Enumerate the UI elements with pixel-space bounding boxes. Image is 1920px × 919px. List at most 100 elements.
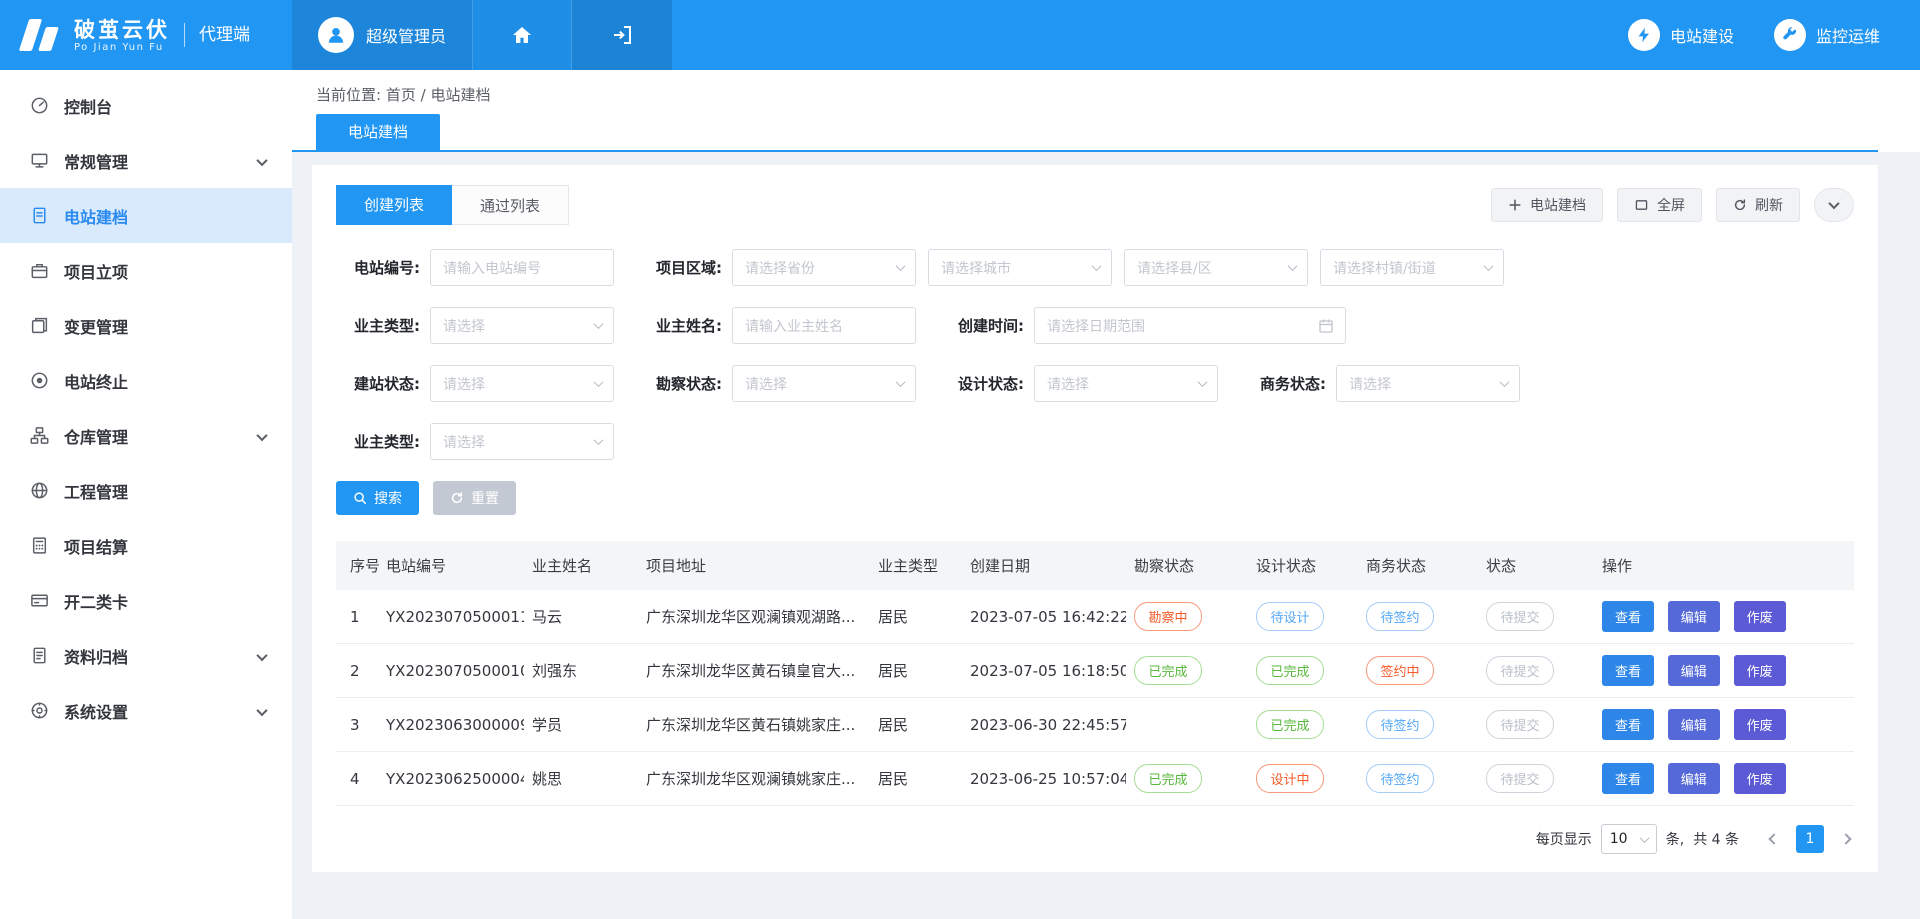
owner-type-label: 业主类型: — [336, 315, 420, 336]
owner-type2-select[interactable]: 请选择 — [430, 423, 614, 460]
survey-status-badge: 勘察中 — [1134, 602, 1202, 631]
refresh-button[interactable]: 刷新 — [1716, 188, 1800, 222]
view-button[interactable]: 查看 — [1602, 763, 1654, 794]
per-page-select[interactable]: 10 — [1601, 824, 1657, 854]
sidebar-item-console[interactable]: 控制台 — [0, 78, 292, 133]
county-placeholder: 请选择县/区 — [1137, 258, 1212, 278]
nav-station-build-label: 电站建设 — [1670, 23, 1734, 47]
view-button[interactable]: 查看 — [1602, 655, 1654, 686]
edit-button[interactable]: 编辑 — [1668, 655, 1720, 686]
sidebar-item-warehouse-mgmt[interactable]: 仓库管理 — [0, 408, 292, 463]
search-icon — [353, 491, 367, 505]
sidebar: 控制台 常规管理 电站建档 项目立项 — [0, 70, 292, 919]
sidebar-item-label: 资料归档 — [64, 644, 128, 668]
build-status-label: 建站状态: — [336, 373, 420, 394]
fullscreen-button[interactable]: 全屏 — [1617, 188, 1702, 222]
sidebar-item-label: 电站建档 — [64, 204, 128, 228]
app-subtitle: Po Jian Yun Fu — [74, 42, 170, 53]
build-status-placeholder: 请选择 — [443, 374, 485, 394]
city-select[interactable]: 请选择城市 — [928, 249, 1112, 286]
cell-owner: 刘强东 — [524, 644, 638, 698]
cell-created: 2023-06-25 10:57:04 — [962, 752, 1126, 806]
business-status-badge: 待签约 — [1366, 710, 1434, 739]
sidebar-item-project-settlement[interactable]: 项目结算 — [0, 518, 292, 573]
sidebar-item-general-mgmt[interactable]: 常规管理 — [0, 133, 292, 188]
tab-create-list[interactable]: 创建列表 — [336, 185, 452, 225]
nav-monitor-ops[interactable]: 监控运维 — [1774, 19, 1880, 51]
filter-row: 业主类型: 请选择 — [336, 423, 1854, 460]
edit-button[interactable]: 编辑 — [1668, 763, 1720, 794]
tab-passed-list[interactable]: 通过列表 — [452, 185, 569, 225]
edit-button[interactable]: 编辑 — [1668, 709, 1720, 740]
owner-type-select[interactable]: 请选择 — [430, 307, 614, 344]
chevron-down-icon — [258, 646, 266, 665]
sidebar-item-station-filing[interactable]: 电站建档 — [0, 188, 292, 243]
sidebar-item-engineering-mgmt[interactable]: 工程管理 — [0, 463, 292, 518]
sidebar-item-class2-card[interactable]: 开二类卡 — [0, 573, 292, 628]
business-status-badge: 签约中 — [1366, 656, 1434, 685]
app-logo: 破茧云伏 Po Jian Yun Fu 代理端 — [0, 0, 292, 70]
sidebar-item-label: 电站终止 — [64, 369, 128, 393]
design-status-select[interactable]: 请选择 — [1034, 365, 1218, 402]
station-id-input[interactable] — [430, 249, 614, 286]
sidebar-item-project-initiation[interactable]: 项目立项 — [0, 243, 292, 298]
col-owner-type: 业主类型 — [870, 541, 962, 590]
archive-icon — [30, 646, 49, 665]
filter-owner-type-2: 业主类型: 请选择 — [336, 423, 614, 460]
sidebar-item-station-termination[interactable]: 电站终止 — [0, 353, 292, 408]
reset-button[interactable]: 重置 — [433, 481, 516, 515]
owner-name-input[interactable] — [732, 307, 916, 344]
build-status-select[interactable]: 请选择 — [430, 365, 614, 402]
search-button[interactable]: 搜索 — [336, 481, 419, 515]
cell-owner: 学员 — [524, 698, 638, 752]
calendar-icon — [1318, 318, 1334, 334]
table-row: 2 YX2023070500010 刘强东 广东深圳龙华区黄石镇皇官大... 居… — [336, 644, 1854, 698]
sidebar-item-system-settings[interactable]: 系统设置 — [0, 683, 292, 738]
nav-station-build[interactable]: 电站建设 — [1628, 19, 1734, 51]
sidebar-item-change-mgmt[interactable]: 变更管理 — [0, 298, 292, 353]
sidebar-item-archives[interactable]: 资料归档 — [0, 628, 292, 683]
station-id-label: 电站编号: — [336, 257, 420, 278]
user-menu[interactable]: 超级管理员 — [292, 0, 472, 70]
edit-button[interactable]: 编辑 — [1668, 601, 1720, 632]
page-header: 当前位置: 首页 / 电站建档 电站建档 — [292, 70, 1920, 152]
breadcrumb-current: 电站建档 — [430, 86, 490, 104]
home-button[interactable] — [472, 0, 572, 70]
next-page-button[interactable] — [1838, 831, 1854, 847]
prev-page-button[interactable] — [1766, 831, 1782, 847]
sidebar-item-label: 开二类卡 — [64, 589, 128, 613]
design-status-badge: 已完成 — [1256, 656, 1324, 685]
county-select[interactable]: 请选择县/区 — [1124, 249, 1308, 286]
town-placeholder: 请选择村镇/街道 — [1333, 258, 1436, 278]
town-select[interactable]: 请选择村镇/街道 — [1320, 249, 1504, 286]
col-no: 序号 — [336, 541, 378, 590]
business-status-badge: 待签约 — [1366, 602, 1434, 631]
business-status-select[interactable]: 请选择 — [1336, 365, 1520, 402]
breadcrumb-home[interactable]: 首页 — [386, 86, 416, 104]
survey-status-select[interactable]: 请选择 — [732, 365, 916, 402]
list-panel: 创建列表 通过列表 电站建档 全屏 刷新 — [312, 165, 1878, 872]
void-button[interactable]: 作废 — [1734, 763, 1786, 794]
date-range-picker[interactable]: 请选择日期范围 — [1034, 307, 1346, 344]
tab-station-filing[interactable]: 电站建档 — [316, 114, 440, 150]
sidebar-item-label: 常规管理 — [64, 149, 128, 173]
per-page-value: 10 — [1610, 831, 1628, 847]
province-placeholder: 请选择省份 — [745, 258, 815, 278]
chevron-down-icon — [594, 319, 604, 329]
filter-row: 建站状态: 请选择 勘察状态: 请选择 设计状态: 请选择 商务状态: 请选择 — [336, 365, 1854, 402]
view-button[interactable]: 查看 — [1602, 601, 1654, 632]
current-page[interactable]: 1 — [1796, 825, 1824, 853]
void-button[interactable]: 作废 — [1734, 709, 1786, 740]
province-select[interactable]: 请选择省份 — [732, 249, 916, 286]
void-button[interactable]: 作废 — [1734, 601, 1786, 632]
logout-button[interactable] — [572, 0, 672, 70]
business-status-badge: 待签约 — [1366, 764, 1434, 793]
chevron-down-icon — [896, 377, 906, 387]
cell-station-id: YX2023070500010 — [378, 644, 524, 698]
chevron-down-icon — [1198, 377, 1208, 387]
new-station-filing-button[interactable]: 电站建档 — [1491, 188, 1603, 222]
collapse-toolbar-button[interactable] — [1814, 188, 1854, 222]
void-button[interactable]: 作废 — [1734, 655, 1786, 686]
view-button[interactable]: 查看 — [1602, 709, 1654, 740]
filter-station-id: 电站编号: — [336, 249, 614, 286]
